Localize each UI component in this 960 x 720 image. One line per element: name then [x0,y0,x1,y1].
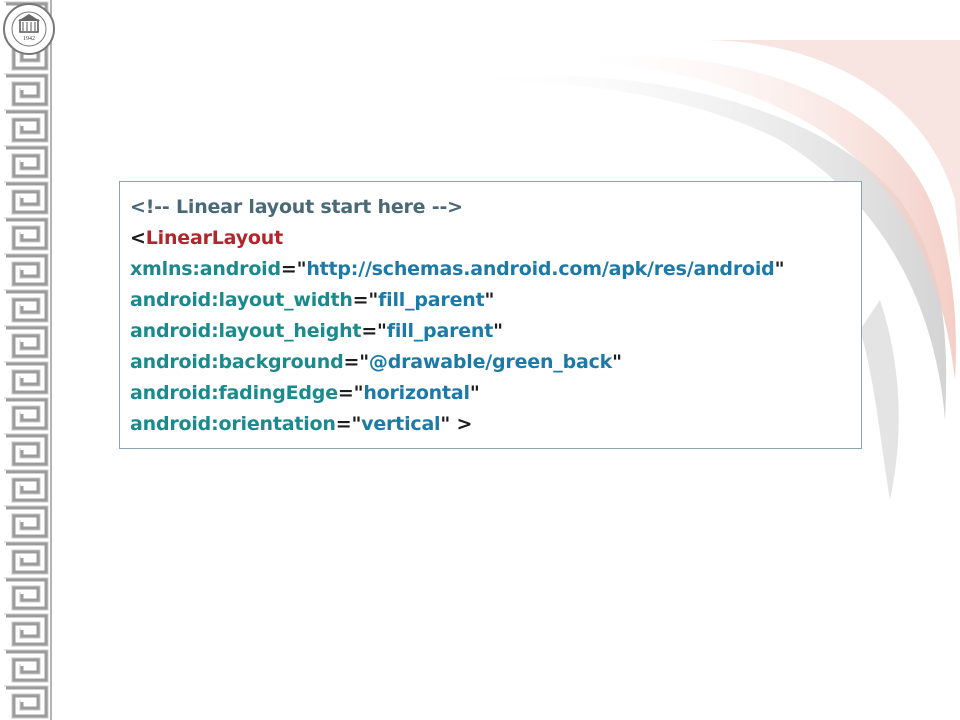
code-attr-name: android:orientation [130,413,336,435]
code-comment: <!-- Linear layout start here --> [130,196,463,218]
code-attr-close: " [469,382,480,404]
code-open-bracket: < [130,227,146,249]
code-attr-line: android:background="@drawable/green_back… [130,347,861,378]
code-comment-line: <!-- Linear layout start here --> [130,192,861,223]
code-attr-eq: =" [361,320,387,342]
code-open-tag-line: <LinearLayout [130,223,861,254]
code-snippet-box: <!-- Linear layout start here --> <Linea… [119,181,862,449]
code-attr-eq: =" [352,289,379,311]
code-attr-name: android:layout_width [130,289,353,311]
code-tag-name: LinearLayout [145,227,283,249]
code-attr-line: android:fadingEdge="horizontal" [130,378,861,409]
code-attr-close: " [493,320,503,342]
code-attr-eq: =" [335,413,362,435]
code-attr-close: " > [440,413,473,435]
code-attr-value: horizontal [363,382,470,404]
code-attr-value: vertical [361,413,441,435]
code-attr-name: android:background [130,351,344,373]
code-attr-close: " [612,351,622,373]
code-attr-name: xmlns:android [130,258,281,280]
code-attr-value: fill_parent [378,289,485,311]
code-attr-line: android:layout_height="fill_parent" [130,316,861,347]
code-attr-line: xmlns:android="http://schemas.android.co… [130,254,861,285]
code-attr-eq: =" [343,351,369,373]
code-attr-value: fill_parent [386,320,494,342]
code-attr-close: " [484,289,495,311]
code-attr-name: android:layout_height [130,320,362,342]
code-attr-eq: =" [280,258,307,280]
code-attr-value: @drawable/green_back [368,351,613,373]
code-attr-line: android:layout_width="fill_parent" [130,285,861,316]
slide: 1942 <!-- Linear layout start here --> <… [0,0,960,720]
code-attr-value: http://schemas.android.com/apk/res/andro… [306,258,775,280]
seal-year: 1942 [23,36,35,42]
code-attr-close: " [774,258,785,280]
greek-key-border [0,0,52,720]
university-seal-icon: 1942 [2,2,56,56]
code-attr-name: android:fadingEdge [130,382,338,404]
code-attr-eq: =" [337,382,364,404]
code-attr-line: android:orientation="vertical" > [130,409,861,440]
